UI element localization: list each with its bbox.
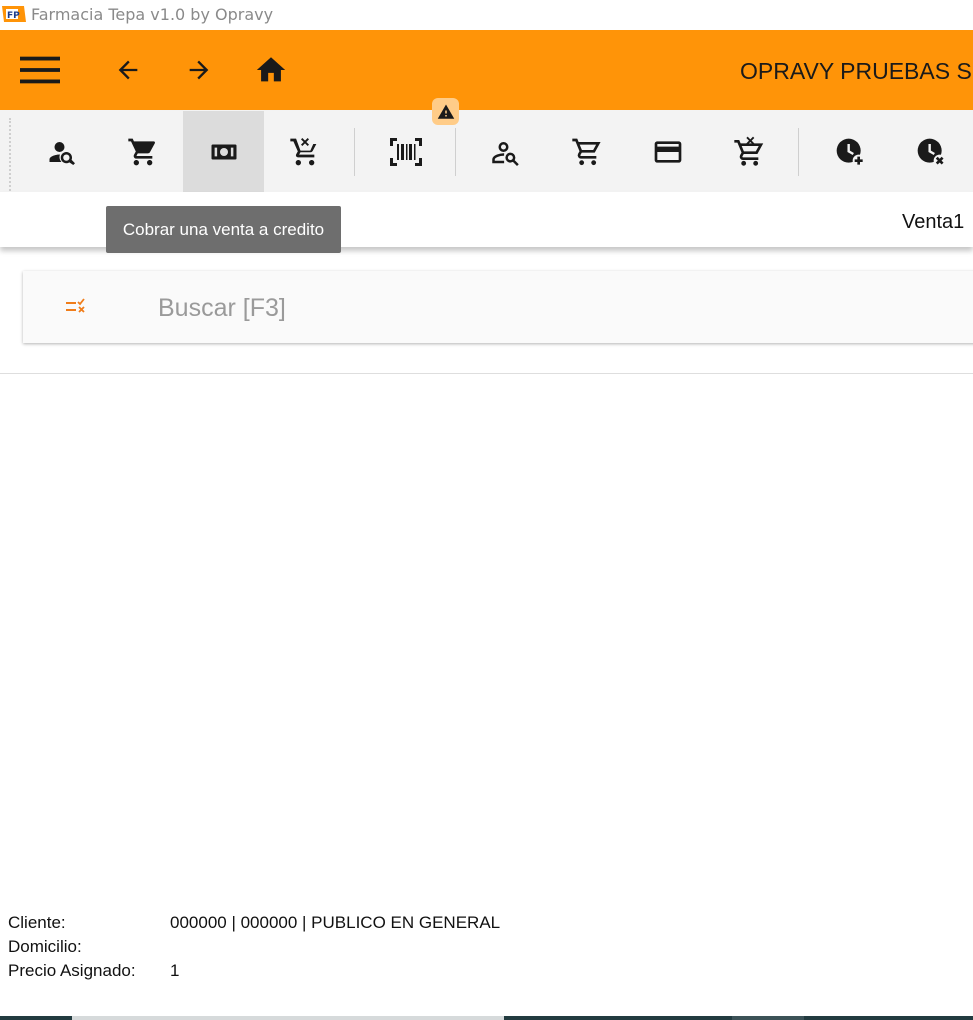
taskbar-segment — [732, 1016, 804, 1020]
new-sale-button[interactable] — [102, 111, 183, 192]
cart-outline-button[interactable] — [546, 111, 627, 192]
search-client-button[interactable] — [21, 111, 102, 192]
taskbar-strip — [0, 1016, 973, 1020]
app-logo-icon: FP — [2, 6, 26, 22]
cart-remove-outline-icon — [733, 136, 763, 166]
cart-remove-outline-button[interactable] — [708, 111, 789, 192]
precio-value: 1 — [170, 961, 180, 980]
company-name: OPRAVY PRUEBAS S — [740, 58, 972, 84]
credit-card-button[interactable] — [627, 111, 708, 192]
arrow-right-icon — [189, 60, 209, 80]
search-card — [23, 271, 973, 343]
svg-text:FP: FP — [7, 11, 20, 21]
tooltip: Cobrar una venta a credito — [106, 206, 341, 253]
home-icon — [256, 57, 286, 82]
cliente-label: Cliente: — [8, 913, 66, 932]
cart-remove-icon — [289, 137, 316, 165]
clock-add-icon — [836, 138, 865, 167]
toolbar-grip[interactable] — [9, 118, 13, 194]
shopping-cart-outline-icon — [571, 138, 601, 165]
menu-button[interactable] — [20, 50, 60, 90]
precio-label: Precio Asignado: — [8, 961, 136, 980]
toolbar-separator — [455, 128, 456, 176]
action-toolbar — [0, 110, 973, 194]
window-title: Farmacia Tepa v1.0 by Opravy — [31, 5, 274, 24]
domicilio-label: Domicilio: — [8, 937, 82, 956]
toolbar-separator — [354, 128, 355, 176]
cancel-sale-button[interactable] — [264, 111, 345, 192]
back-button[interactable] — [108, 50, 148, 90]
search-client-outline-button[interactable] — [465, 111, 546, 192]
window-titlebar: FP Farmacia Tepa v1.0 by Opravy — [0, 0, 973, 30]
search-input[interactable] — [156, 285, 860, 331]
shopping-cart-icon — [127, 138, 155, 165]
collect-credit-sale-button[interactable] — [183, 111, 264, 192]
warning-icon — [437, 104, 454, 119]
tab-venta1[interactable]: Venta1 — [902, 211, 964, 234]
filter-clear-icon — [66, 298, 85, 313]
barcode-scan-icon — [389, 137, 422, 166]
warning-badge[interactable] — [432, 98, 459, 125]
cliente-value: 000000 | 000000 | PUBLICO EN GENERAL — [170, 913, 501, 932]
money-icon — [211, 144, 236, 159]
arrow-left-icon — [118, 60, 138, 80]
person-search-outline-icon — [491, 141, 519, 166]
remove-suspended-sale-button[interactable] — [890, 111, 971, 192]
credit-card-icon — [654, 140, 681, 163]
filter-button[interactable] — [63, 293, 91, 321]
forward-button[interactable] — [179, 50, 219, 90]
taskbar-segment — [72, 1016, 504, 1020]
suspend-sale-button[interactable] — [809, 111, 890, 192]
person-search-icon — [49, 141, 75, 165]
content-divider — [0, 373, 973, 374]
toolbar-separator — [798, 128, 799, 176]
home-button[interactable] — [251, 50, 291, 90]
clock-remove-icon — [917, 138, 946, 167]
app-header: OPRAVY PRUEBAS S — [0, 30, 973, 110]
hamburger-menu-icon — [20, 56, 60, 84]
